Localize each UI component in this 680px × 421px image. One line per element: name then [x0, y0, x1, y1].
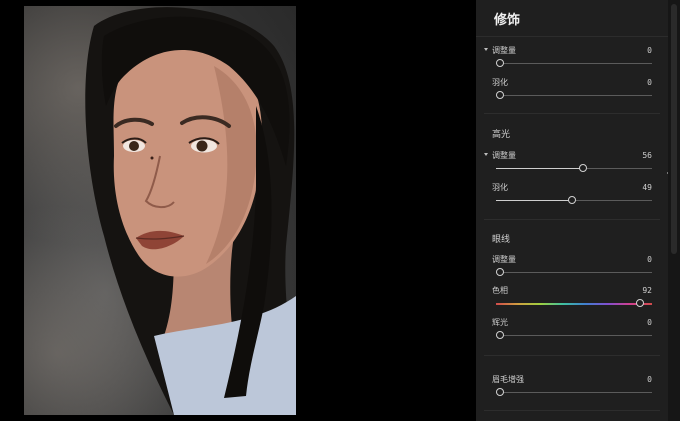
section-divider: [484, 410, 660, 411]
section-heading: 高光: [492, 130, 511, 140]
slider-label: 调整量: [492, 151, 516, 160]
slider-label: 辉光: [492, 318, 508, 327]
slider-label: 羽化: [492, 78, 508, 87]
panel-header: 修饰: [476, 0, 668, 37]
section-divider: [484, 113, 660, 114]
feather-slider[interactable]: [496, 91, 652, 101]
portrait-illustration: [85, 7, 296, 415]
slider-label: 羽化: [492, 183, 508, 192]
slider-value[interactable]: 0: [647, 78, 652, 88]
scrollbar-thumb[interactable]: [671, 4, 677, 254]
adjustment-panel: 修饰 调整量 0 羽化 0 高光 调整量 56 羽化 49 眼线 调整量 0 色…: [476, 0, 668, 421]
slider-row-hue: 色相 92: [476, 286, 668, 312]
amount-slider[interactable]: [496, 59, 652, 69]
slider-row-brow-enhance: 眉毛增强 0: [476, 375, 668, 401]
slider-value[interactable]: 49: [642, 183, 652, 193]
slider-thumb[interactable]: [579, 164, 588, 172]
slider-row-amount: 调整量 0: [476, 255, 668, 281]
glow-slider[interactable]: [496, 331, 652, 341]
hue-slider[interactable]: [496, 299, 652, 309]
slider-value[interactable]: 0: [647, 255, 652, 265]
slider-thumb[interactable]: [496, 59, 504, 67]
amount-slider[interactable]: [496, 268, 652, 278]
slider-value[interactable]: 0: [647, 46, 652, 56]
slider-label: 调整量: [492, 255, 516, 264]
slider-value[interactable]: 56: [642, 151, 652, 161]
slider-row-amount: 调整量 0: [476, 46, 668, 72]
slider-value[interactable]: 0: [647, 375, 652, 385]
slider-thumb[interactable]: [496, 268, 504, 276]
section-heading: 眼线: [492, 235, 511, 245]
canvas-area: [0, 0, 476, 421]
slider-row-feather: 羽化 0: [476, 78, 668, 104]
section-divider: [484, 355, 660, 356]
hue-gradient-track: [496, 303, 652, 305]
slider-row-amount: 调整量 56: [476, 151, 668, 177]
collapse-caret-icon[interactable]: [484, 48, 488, 51]
slider-value[interactable]: 92: [642, 286, 652, 296]
slider-thumb[interactable]: [496, 331, 504, 339]
slider-row-feather: 羽化 49: [476, 183, 668, 209]
amount-slider[interactable]: [496, 164, 652, 174]
panel-scrollbar[interactable]: [668, 0, 680, 421]
section-divider: [484, 219, 660, 220]
feather-slider[interactable]: [496, 196, 652, 206]
slider-label: 眉毛增强: [492, 375, 524, 384]
slider-thumb[interactable]: [496, 388, 504, 396]
collapse-caret-icon[interactable]: [484, 153, 488, 156]
slider-label: 调整量: [492, 46, 516, 55]
slider-row-glow: 辉光 0: [476, 318, 668, 344]
slider-thumb[interactable]: [635, 299, 644, 307]
slider-thumb[interactable]: [496, 91, 504, 99]
portrait-photo: [24, 6, 296, 415]
slider-value[interactable]: 0: [647, 318, 652, 328]
slider-label: 色相: [492, 286, 508, 295]
panel-title: 修饰: [494, 12, 521, 28]
slider-thumb[interactable]: [568, 196, 577, 204]
brow-enhance-slider[interactable]: [496, 388, 652, 398]
